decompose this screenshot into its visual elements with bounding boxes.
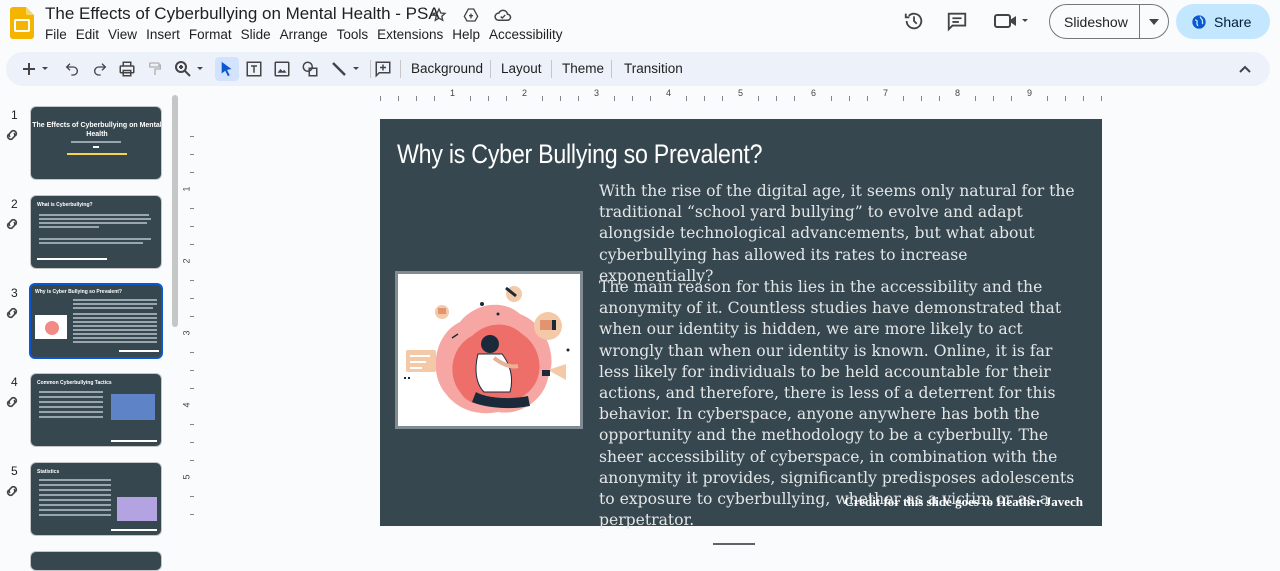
slide-thumbnail-2[interactable]: What is Cyberbullying?	[30, 195, 162, 269]
menu-help[interactable]: Help	[452, 27, 489, 42]
speaker-notes-handle[interactable]	[713, 543, 755, 545]
share-button[interactable]: Share	[1176, 4, 1270, 39]
thumb-title: Why is Cyber Bullying so Prevalent?	[35, 289, 122, 295]
background-button[interactable]: Background	[411, 61, 483, 76]
menu-insert[interactable]: Insert	[146, 27, 189, 42]
slide-number: 2	[11, 197, 18, 211]
zoom-icon[interactable]	[172, 57, 208, 81]
slide-number: 3	[11, 286, 18, 300]
insert-comment-icon[interactable]	[372, 57, 394, 81]
slide-number: 1	[11, 108, 18, 122]
print-icon[interactable]	[116, 57, 138, 81]
slide-thumbnail-3[interactable]: Why is Cyber Bullying so Prevalent?	[29, 283, 163, 359]
cloud-saved-icon[interactable]	[492, 5, 514, 25]
menu-slide[interactable]: Slide	[241, 27, 280, 42]
globe-icon	[1191, 14, 1207, 30]
link-icon	[6, 307, 18, 319]
link-icon	[6, 129, 18, 141]
menu-format[interactable]: Format	[189, 27, 241, 42]
shape-icon[interactable]	[299, 57, 321, 81]
share-label: Share	[1214, 13, 1252, 30]
slide-paragraph-1[interactable]: With the rise of the digital age, it see…	[599, 181, 1079, 287]
link-icon	[6, 218, 18, 230]
menu-tools[interactable]: Tools	[337, 27, 378, 42]
cyberbullying-illustration[interactable]	[395, 271, 583, 429]
undo-icon[interactable]	[62, 57, 82, 81]
vertical-ruler: 1 2 3 4 5	[182, 118, 194, 528]
transition-button[interactable]: Transition	[624, 61, 683, 76]
slide-number: 4	[11, 375, 18, 389]
menu-file[interactable]: File	[45, 27, 76, 42]
slide-thumbnail-1[interactable]: The Effects of Cyberbullying on Mental H…	[30, 106, 162, 180]
move-to-drive-icon[interactable]	[460, 5, 482, 25]
star-icon[interactable]	[428, 5, 450, 25]
slideshow-dropdown-icon[interactable]	[1140, 18, 1168, 25]
menu-accessibility[interactable]: Accessibility	[489, 27, 572, 42]
thumb-title: What is Cyberbullying?	[37, 202, 93, 208]
menu-view[interactable]: View	[108, 27, 146, 42]
slide-thumbnail-4[interactable]: Common Cyberbullying Tactics	[30, 373, 162, 447]
menu-arrange[interactable]: Arrange	[280, 27, 337, 42]
sad-person-illustration-icon	[398, 274, 580, 426]
toolbar: Background Layout Theme Transition	[6, 52, 1270, 86]
comments-icon[interactable]	[941, 5, 973, 37]
filmstrip-scrollbar[interactable]	[172, 95, 178, 327]
thumb-title: Common Cyberbullying Tactics	[37, 380, 112, 386]
link-icon	[6, 396, 18, 408]
line-icon[interactable]	[328, 57, 364, 81]
slide-thumbnail-5[interactable]: Statistics	[30, 462, 162, 536]
horizontal-ruler: 1 2 3 4 5 6 7 8 9	[380, 88, 1102, 102]
slide-number: 5	[11, 464, 18, 478]
slide-credit[interactable]: Credit for this slide goes to Heather Ja…	[844, 494, 1083, 510]
app-header: The Effects of Cyberbullying on Mental H…	[0, 0, 1280, 50]
select-cursor-icon[interactable]	[215, 57, 239, 81]
collapse-menus-icon[interactable]	[1234, 57, 1256, 81]
slide-title[interactable]: Why is Cyber Bullying so Prevalent?	[397, 139, 762, 170]
version-history-icon[interactable]	[898, 5, 930, 37]
text-box-icon[interactable]	[243, 57, 265, 81]
current-slide[interactable]: Why is Cyber Bullying so Prevalent? With…	[380, 119, 1102, 529]
menu-edit[interactable]: Edit	[76, 27, 108, 42]
redo-icon[interactable]	[90, 57, 110, 81]
theme-button[interactable]: Theme	[562, 61, 604, 76]
meet-icon[interactable]	[990, 5, 1034, 37]
thumb-title: The Effects of Cyberbullying on Mental H…	[32, 122, 162, 138]
slideshow-label: Slideshow	[1064, 13, 1128, 30]
paint-format-icon[interactable]	[144, 57, 166, 81]
insert-image-icon[interactable]	[271, 57, 293, 81]
slides-logo-icon[interactable]	[10, 7, 34, 39]
menu-bar: File Edit View Insert Format Slide Arran…	[45, 27, 572, 42]
slideshow-button[interactable]: Slideshow	[1049, 4, 1169, 39]
new-slide-button[interactable]	[20, 57, 52, 81]
slide-filmstrip: 1 The Effects of Cyberbullying on Mental…	[0, 95, 190, 571]
slide-thumbnail-6[interactable]	[30, 551, 162, 571]
thumb-title: Statistics	[37, 469, 60, 475]
menu-extensions[interactable]: Extensions	[377, 27, 452, 42]
link-icon	[6, 485, 18, 497]
layout-button[interactable]: Layout	[501, 61, 542, 76]
document-title[interactable]: The Effects of Cyberbullying on Mental H…	[45, 4, 440, 24]
